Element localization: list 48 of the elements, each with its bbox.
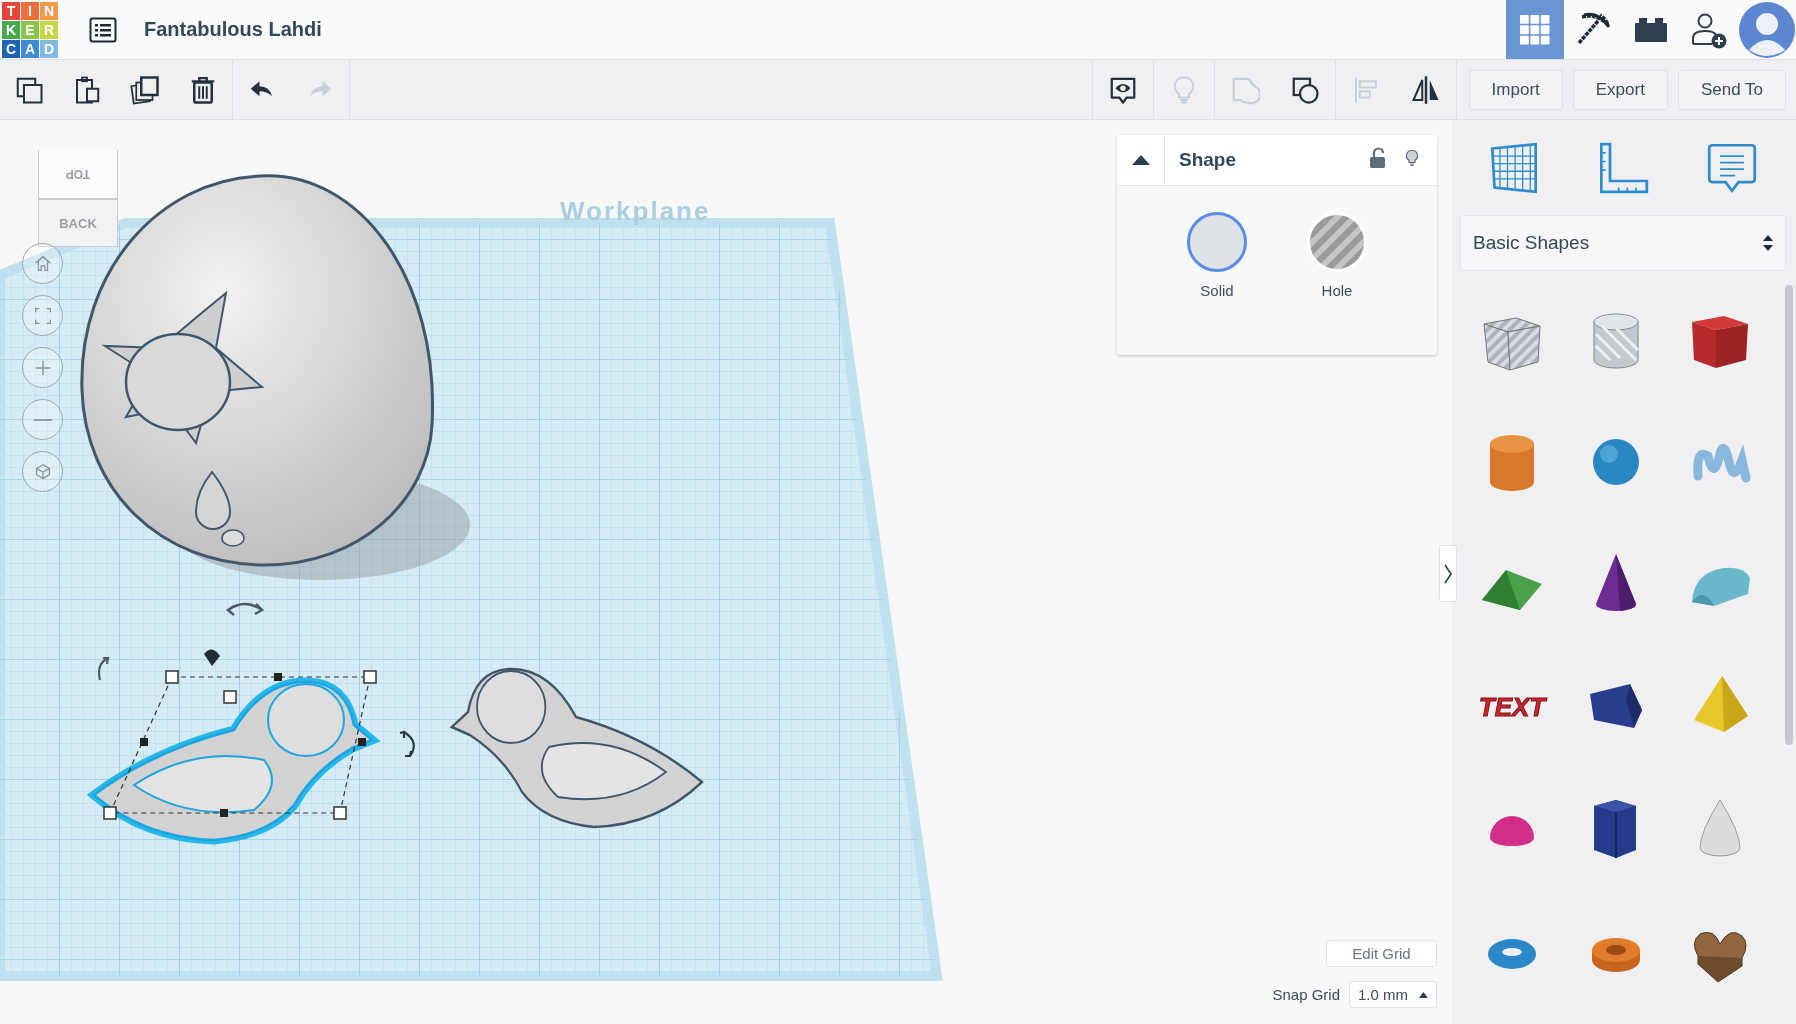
library-tool-button[interactable]	[1597, 141, 1649, 194]
sort-arrows-icon	[1763, 234, 1773, 252]
logo-letter: D	[40, 39, 58, 58]
panel-toggle-button[interactable]	[1439, 545, 1457, 602]
ruler-icon	[1597, 141, 1649, 194]
action-button[interactable]: Export	[1572, 69, 1668, 110]
logo-letter: N	[40, 1, 58, 20]
brick-icon	[1635, 17, 1667, 42]
logo-letter: R	[40, 20, 58, 39]
logo-letter: A	[21, 39, 39, 58]
view-control-button[interactable]	[22, 399, 63, 440]
cube-face-label: BACK	[38, 199, 118, 247]
snap-grid-label: Snap Grid	[1272, 986, 1340, 1003]
action-button[interactable]: Send To	[1677, 69, 1786, 110]
caret-icon	[1419, 991, 1428, 998]
shape-category-dropdown[interactable]: Basic Shapes	[1460, 215, 1786, 271]
view-control-button[interactable]	[22, 243, 63, 284]
logo-letter: T	[2, 1, 20, 20]
view-control-button[interactable]	[22, 451, 63, 492]
logo-letter: E	[21, 20, 39, 39]
design-title[interactable]: Fantabulous Lahdi	[144, 18, 322, 41]
rotate-arrow-icon[interactable]	[97, 656, 110, 682]
text-shape-icon: TEXT	[1476, 686, 1548, 726]
rotate-arrow-icon[interactable]	[398, 730, 415, 758]
mirror-icon	[1410, 74, 1441, 105]
library-tool-button[interactable]	[1705, 141, 1758, 194]
grid-icon	[1520, 14, 1550, 45]
duplicate-icon	[130, 74, 160, 105]
logo-letter: K	[2, 20, 20, 39]
list-icon	[89, 16, 117, 43]
logo-letter: C	[2, 39, 20, 58]
shape-tile[interactable]: TEXT	[1460, 645, 1564, 767]
rotate-arrow-icon	[226, 602, 264, 617]
selection-box[interactable]	[103, 670, 377, 820]
logo-letter: I	[21, 1, 39, 20]
panel-title: Shape	[1179, 149, 1238, 171]
note-icon	[1705, 141, 1758, 194]
chevron-icon	[1444, 563, 1452, 584]
snap-grid-dropdown[interactable]: 1.0 mm	[1349, 981, 1437, 1008]
action-button[interactable]: Import	[1468, 69, 1563, 110]
unlocked-icon	[1369, 147, 1387, 169]
caret-icon	[1131, 155, 1150, 165]
zoom-out-icon	[33, 418, 52, 421]
edit-grid-button[interactable]: Edit Grid	[1326, 940, 1437, 967]
cube-face-label: TOP	[38, 150, 118, 199]
height-handle-icon[interactable]	[204, 649, 220, 666]
scrollbar[interactable]	[1785, 285, 1793, 745]
workplane-label: Workplane	[560, 196, 711, 226]
